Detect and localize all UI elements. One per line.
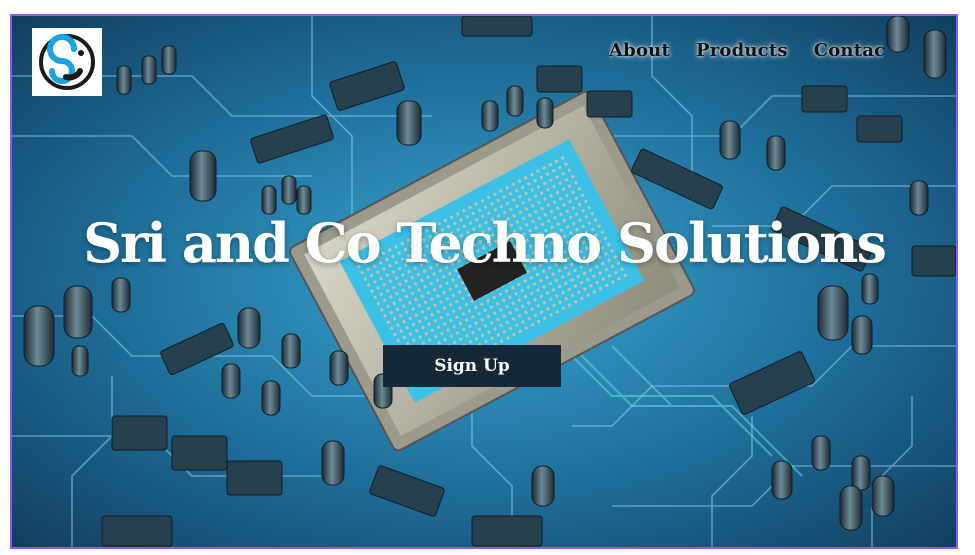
nav-about-link[interactable]: About	[609, 40, 670, 61]
sign-up-button[interactable]: Sign Up	[383, 345, 561, 387]
top-nav-container: About Products Contac	[609, 34, 884, 72]
hero-title: Sri and Co Techno Solutions	[83, 211, 887, 275]
nav-products-link[interactable]: Products	[696, 40, 788, 61]
circuit-board-background	[12, 16, 956, 547]
website-frame: About Products Contac Sri and Co Techno …	[10, 14, 958, 549]
top-nav: About Products Contac	[609, 40, 884, 61]
nav-contact-link[interactable]: Contac	[814, 40, 884, 61]
company-logo[interactable]	[32, 28, 102, 96]
sc-logo-icon	[39, 34, 95, 90]
